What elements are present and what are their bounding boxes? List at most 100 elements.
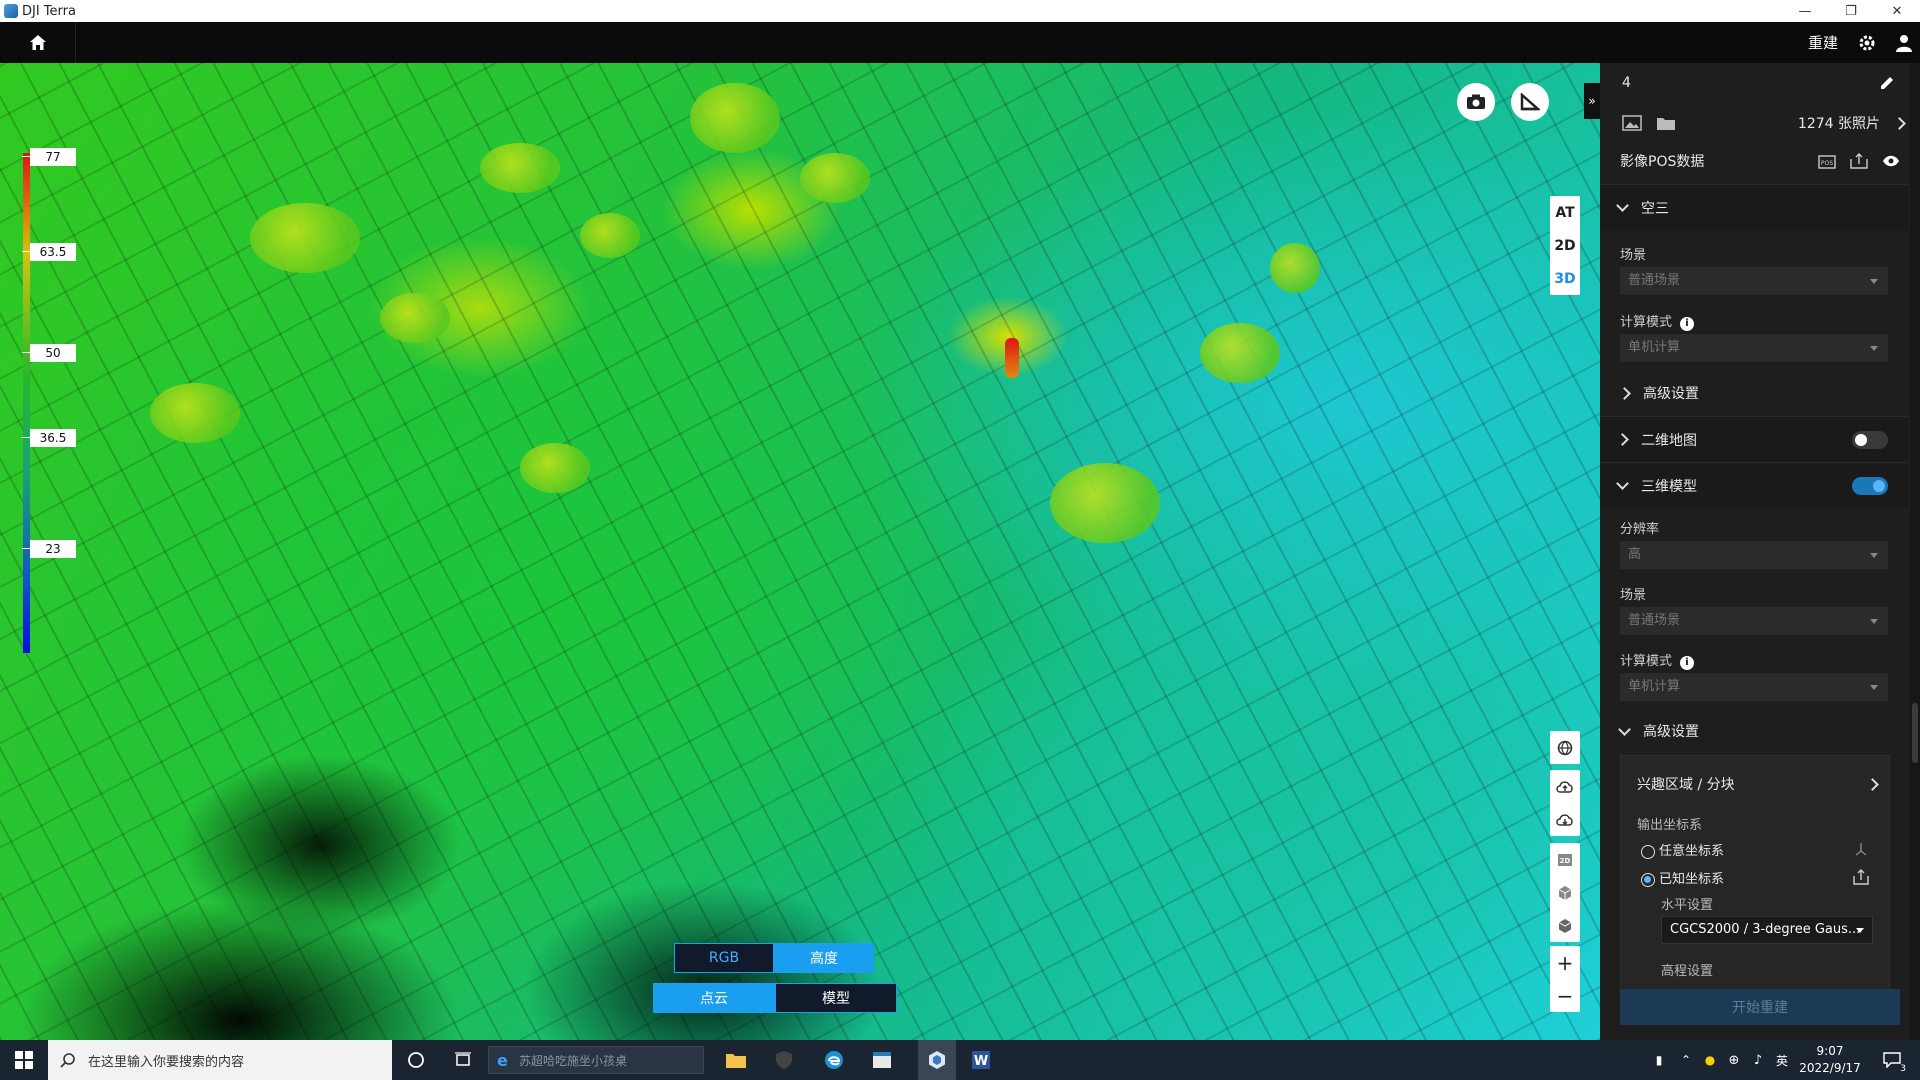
close-button[interactable]: ✕: [1874, 0, 1920, 22]
reconstruction-settings-panel: 4 1274 张照片 影像POS数据 POS 空三 场景 普通场景 计算模式 i …: [1600, 63, 1920, 1040]
point-cloud-viewport[interactable]: 77 63.5 50 36.5 23 » AT 2D 3D 2D + − RGB…: [0, 63, 1600, 1040]
user-icon[interactable]: [1896, 34, 1912, 52]
pos-import-icon[interactable]: POS: [1818, 153, 1836, 169]
at-advanced-row[interactable]: 高级设置: [1600, 371, 1908, 415]
at-scene-select[interactable]: 普通场景: [1620, 267, 1888, 295]
radio-unchecked[interactable]: [1641, 844, 1655, 859]
view-mode-3d[interactable]: 3D: [1550, 262, 1580, 295]
cloud-upload-icon: [1556, 780, 1573, 793]
scrollbar-thumb[interactable]: [1912, 703, 1918, 763]
restore-button[interactable]: ❐: [1828, 0, 1874, 22]
at-compute-select[interactable]: 单机计算: [1620, 334, 1888, 362]
word-button[interactable]: W: [967, 1046, 995, 1074]
chevron-down-icon: [1616, 477, 1629, 490]
crs-any-option[interactable]: 任意坐标系: [1641, 840, 1724, 859]
advanced-settings-box: 兴趣区域 / 分块 输出坐标系 任意坐标系 已知坐标系 水平设置 CGCS200…: [1620, 755, 1890, 995]
model-compute-select[interactable]: 单机计算: [1620, 673, 1888, 701]
home-button[interactable]: [0, 22, 76, 63]
taskbar-search[interactable]: 在这里输入你要搜索的内容: [48, 1040, 392, 1080]
window-app-icon: [873, 1052, 891, 1068]
zoom-out-button[interactable]: −: [1550, 979, 1580, 1012]
2d-layer-button[interactable]: 2D: [1550, 843, 1580, 876]
tree-cluster: [1270, 243, 1320, 293]
clock[interactable]: 9:07 2022/9/17: [1780, 1043, 1880, 1077]
search-placeholder: 在这里输入你要搜索的内容: [88, 1054, 245, 1070]
notification-center-button[interactable]: 3: [1878, 1046, 1906, 1074]
shield-icon: [776, 1051, 792, 1069]
dji-terra-taskbar-button[interactable]: [918, 1040, 956, 1080]
chevron-down-icon: [1616, 199, 1629, 212]
aerotriangulation-section-header[interactable]: 空三: [1600, 184, 1908, 230]
model3d-toggle[interactable]: [1852, 477, 1888, 495]
battery-icon[interactable]: ▮: [1645, 1046, 1673, 1074]
window-title: DJI Terra: [22, 3, 76, 19]
color-mode-height[interactable]: 高度: [774, 943, 874, 973]
notepad-button[interactable]: [868, 1046, 896, 1074]
display-mode-model[interactable]: 模型: [775, 983, 897, 1013]
horizontal-label: 水平设置: [1661, 898, 1714, 913]
legend-label: 50: [22, 344, 76, 362]
tree-cluster: [1200, 323, 1280, 383]
tree-cluster: [150, 383, 240, 443]
cortana-button[interactable]: [402, 1046, 430, 1074]
browser-address-bar[interactable]: e 苏超哈吃施坐小孩桌: [488, 1046, 704, 1074]
photos-row[interactable]: 1274 张照片: [1600, 105, 1908, 141]
chevron-right-icon: [1893, 116, 1906, 130]
app-header: 重建: [0, 22, 1920, 63]
measure-button[interactable]: [1511, 83, 1549, 121]
info-icon[interactable]: i: [1680, 317, 1695, 331]
height-legend-bar: [23, 153, 30, 653]
photo-count[interactable]: 1274 张照片: [1798, 113, 1880, 133]
zoom-in-button[interactable]: +: [1550, 946, 1580, 979]
resolution-select[interactable]: 高: [1620, 541, 1888, 569]
window-title-bar: DJI Terra — ❐ ✕: [0, 0, 1920, 22]
pos-export-icon[interactable]: [1850, 153, 1868, 169]
rebuild-menu[interactable]: 重建: [1808, 32, 1838, 53]
screenshot-button[interactable]: [1457, 83, 1495, 121]
model-advanced-row[interactable]: 高级设置: [1600, 709, 1908, 753]
display-mode-pointcloud[interactable]: 点云: [653, 983, 775, 1013]
gear-icon[interactable]: [1858, 34, 1876, 52]
legend-label: 36.5: [22, 429, 76, 447]
reset-view-button[interactable]: [1550, 731, 1580, 764]
radio-checked[interactable]: [1641, 872, 1655, 887]
minimize-button[interactable]: —: [1782, 0, 1828, 22]
map2d-toggle[interactable]: [1852, 431, 1888, 449]
collapse-panel-button[interactable]: »: [1584, 83, 1600, 119]
crs-known-option[interactable]: 已知坐标系: [1641, 868, 1724, 887]
svg-text:POS: POS: [1821, 160, 1833, 167]
svg-text:W: W: [974, 1054, 988, 1069]
pos-data-label: 影像POS数据: [1620, 154, 1705, 170]
start-button[interactable]: [10, 1046, 38, 1074]
edit-icon[interactable]: [1880, 76, 1894, 90]
view-mode-switch: AT 2D 3D: [1550, 196, 1580, 295]
model3d-section-header[interactable]: 三维模型: [1600, 462, 1908, 508]
file-explorer-button[interactable]: [722, 1046, 750, 1074]
security-app-button[interactable]: [770, 1046, 798, 1074]
image-icon: [1622, 115, 1642, 131]
cloud-download-button[interactable]: [1550, 803, 1580, 836]
map2d-title: 二维地图: [1641, 432, 1697, 449]
model-button[interactable]: [1550, 909, 1580, 942]
model-scene-select[interactable]: 普通场景: [1620, 607, 1888, 635]
info-icon[interactable]: i: [1680, 656, 1695, 670]
color-mode-rgb[interactable]: RGB: [674, 943, 774, 973]
horizontal-crs-select[interactable]: CGCS2000 / 3-degree Gaus...: [1661, 916, 1873, 944]
start-rebuild-button[interactable]: 开始重建: [1620, 989, 1900, 1025]
edge-button[interactable]: [820, 1046, 848, 1074]
map2d-section-header[interactable]: 二维地图: [1600, 416, 1908, 462]
eye-icon[interactable]: [1882, 155, 1900, 167]
view-mode-2d[interactable]: 2D: [1550, 229, 1580, 262]
panel-scrollbar[interactable]: [1910, 63, 1920, 1040]
cloud-upload-button[interactable]: [1550, 770, 1580, 803]
circle-icon: [408, 1052, 424, 1068]
dji-terra-app-icon: [4, 4, 18, 18]
search-icon: [60, 1053, 75, 1068]
view-mode-at[interactable]: AT: [1550, 196, 1580, 229]
cube-button[interactable]: [1550, 876, 1580, 909]
roi-row[interactable]: 兴趣区域 / 分块: [1637, 774, 1879, 794]
address-text: 苏超哈吃施坐小孩桌: [519, 1053, 628, 1068]
crs-import-icon[interactable]: [1853, 869, 1869, 885]
task-view-button[interactable]: [449, 1046, 477, 1074]
crs-picker-icon[interactable]: [1853, 842, 1869, 856]
